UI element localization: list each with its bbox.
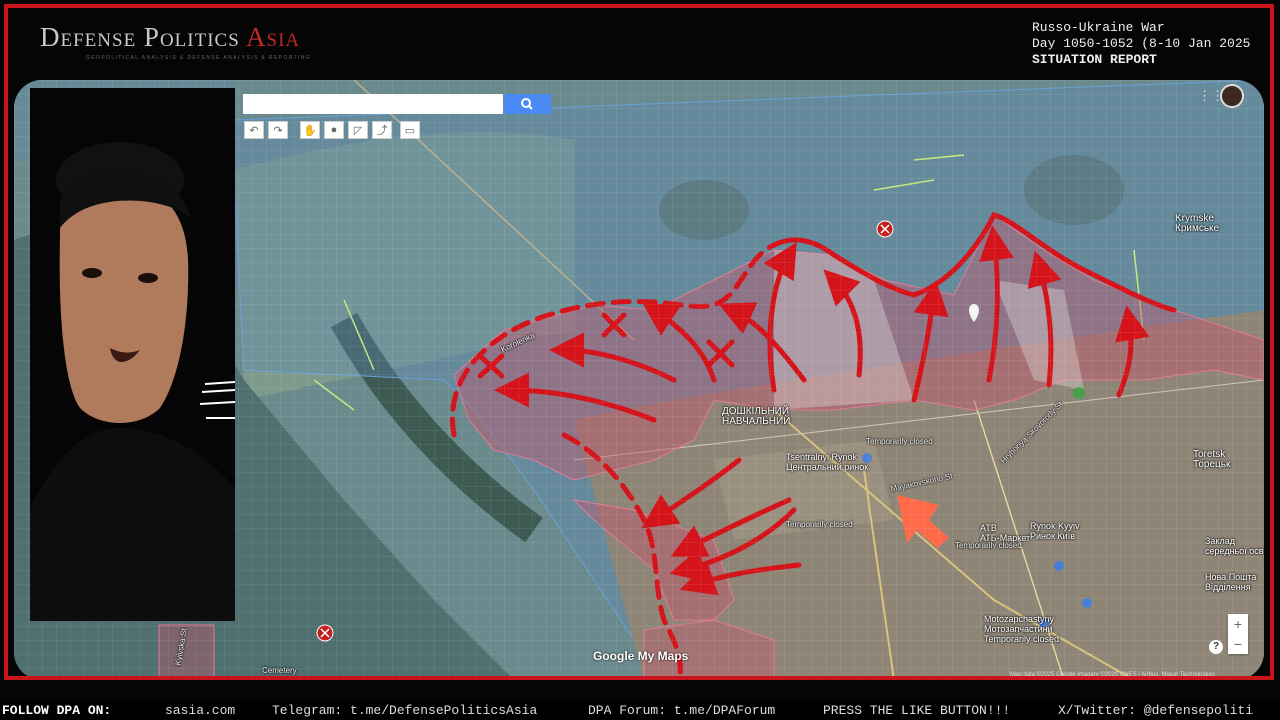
channel-logo: Defense Politics Asia: [40, 22, 300, 53]
help-icon[interactable]: ?: [1209, 640, 1223, 654]
map-toolbar: ↶ ↷ ✋ ● ◸ ⤴ ▭: [244, 121, 420, 139]
ruler-icon[interactable]: ▭: [400, 121, 420, 139]
place-motozapchastyny: Motozapchastyny Мотозапчастини Temporarily…: [984, 614, 1060, 644]
report-title: Russo-Ukraine War Day 1050-1052 (8-10 Ja…: [1032, 20, 1250, 68]
zoom-in-button[interactable]: +: [1228, 614, 1248, 634]
place-zaklad: Заклад середньої оcв: [1205, 536, 1264, 556]
place-toretsk: Toretsk Торецьк: [1193, 449, 1231, 470]
zoom-out-button[interactable]: −: [1228, 634, 1248, 654]
place-atb: ATB АТБ-Маркет: [980, 523, 1031, 543]
polygon-icon[interactable]: ◸: [348, 121, 368, 139]
google-my-maps-logo: Google My Maps: [593, 649, 689, 663]
report-war-title: Russo-Ukraine War: [1032, 20, 1165, 35]
place-doshkilny: ДОШКІЛЬНИЙ НАВЧАЛЬНИЙ: [722, 406, 791, 427]
hand-icon[interactable]: ✋: [300, 121, 320, 139]
bottom-ticker: FOLLOW DPA ON: sasia.com Telegram: t.me/…: [0, 700, 1280, 720]
marker-icon[interactable]: ●: [324, 121, 344, 139]
zoom-control: + −: [1228, 614, 1248, 654]
label-cemetery: Cemetery: [262, 666, 297, 675]
ticker-twitter: X/Twitter: @defensepoliti: [1058, 703, 1254, 718]
undo-icon[interactable]: ↶: [244, 121, 264, 139]
place-tsentralnyi-rynok: Tsentralnyi Rynok Центральний ринок: [786, 452, 869, 472]
account-avatar[interactable]: [1220, 84, 1244, 108]
ticker-telegram: Telegram: t.me/DefensePoliticsAsia: [272, 703, 538, 718]
webcam-feed: [30, 88, 235, 621]
ticker-site: sasia.com: [165, 703, 236, 718]
route-icon[interactable]: ⤴: [372, 121, 392, 139]
redo-icon[interactable]: ↷: [268, 121, 288, 139]
ticker-forum: DPA Forum: t.me/DPAForum: [588, 703, 776, 718]
apps-grid-icon[interactable]: ⋮⋮: [1198, 89, 1224, 103]
label-temporarily-closed-1: Temporarily closed: [866, 437, 933, 446]
presenter-image: [30, 88, 235, 621]
report-type: SITUATION REPORT: [1032, 52, 1157, 67]
place-rynok-kyyiv: Rynok Kyyiv Ринок Київ: [1030, 521, 1080, 541]
ticker-like: PRESS THE LIKE BUTTON!!!: [823, 703, 1011, 718]
map-attribution: Map data ©2025 Google Imagery ©2025 CNES…: [1010, 672, 1215, 678]
place-krymske: Krymske Кримське: [1175, 213, 1220, 234]
search-icon: [521, 98, 533, 110]
brand-name: Defense Politics: [40, 22, 240, 52]
map-search-button[interactable]: [504, 94, 551, 114]
brand-accent: Asia: [246, 22, 301, 52]
brand-tagline: GEOPOLITICAL ANALYSIS & DEFENSE ANALYSIS…: [86, 55, 312, 61]
report-day-range: Day 1050-1052 (8-10 Jan 2025: [1032, 36, 1251, 51]
ticker-follow-label: FOLLOW DPA ON:: [2, 703, 112, 718]
place-nova-poshta: Нова Пошта Відділення: [1205, 572, 1257, 592]
map-search-input[interactable]: [243, 94, 503, 114]
label-temporarily-closed-2: Temporarily closed: [786, 520, 853, 529]
